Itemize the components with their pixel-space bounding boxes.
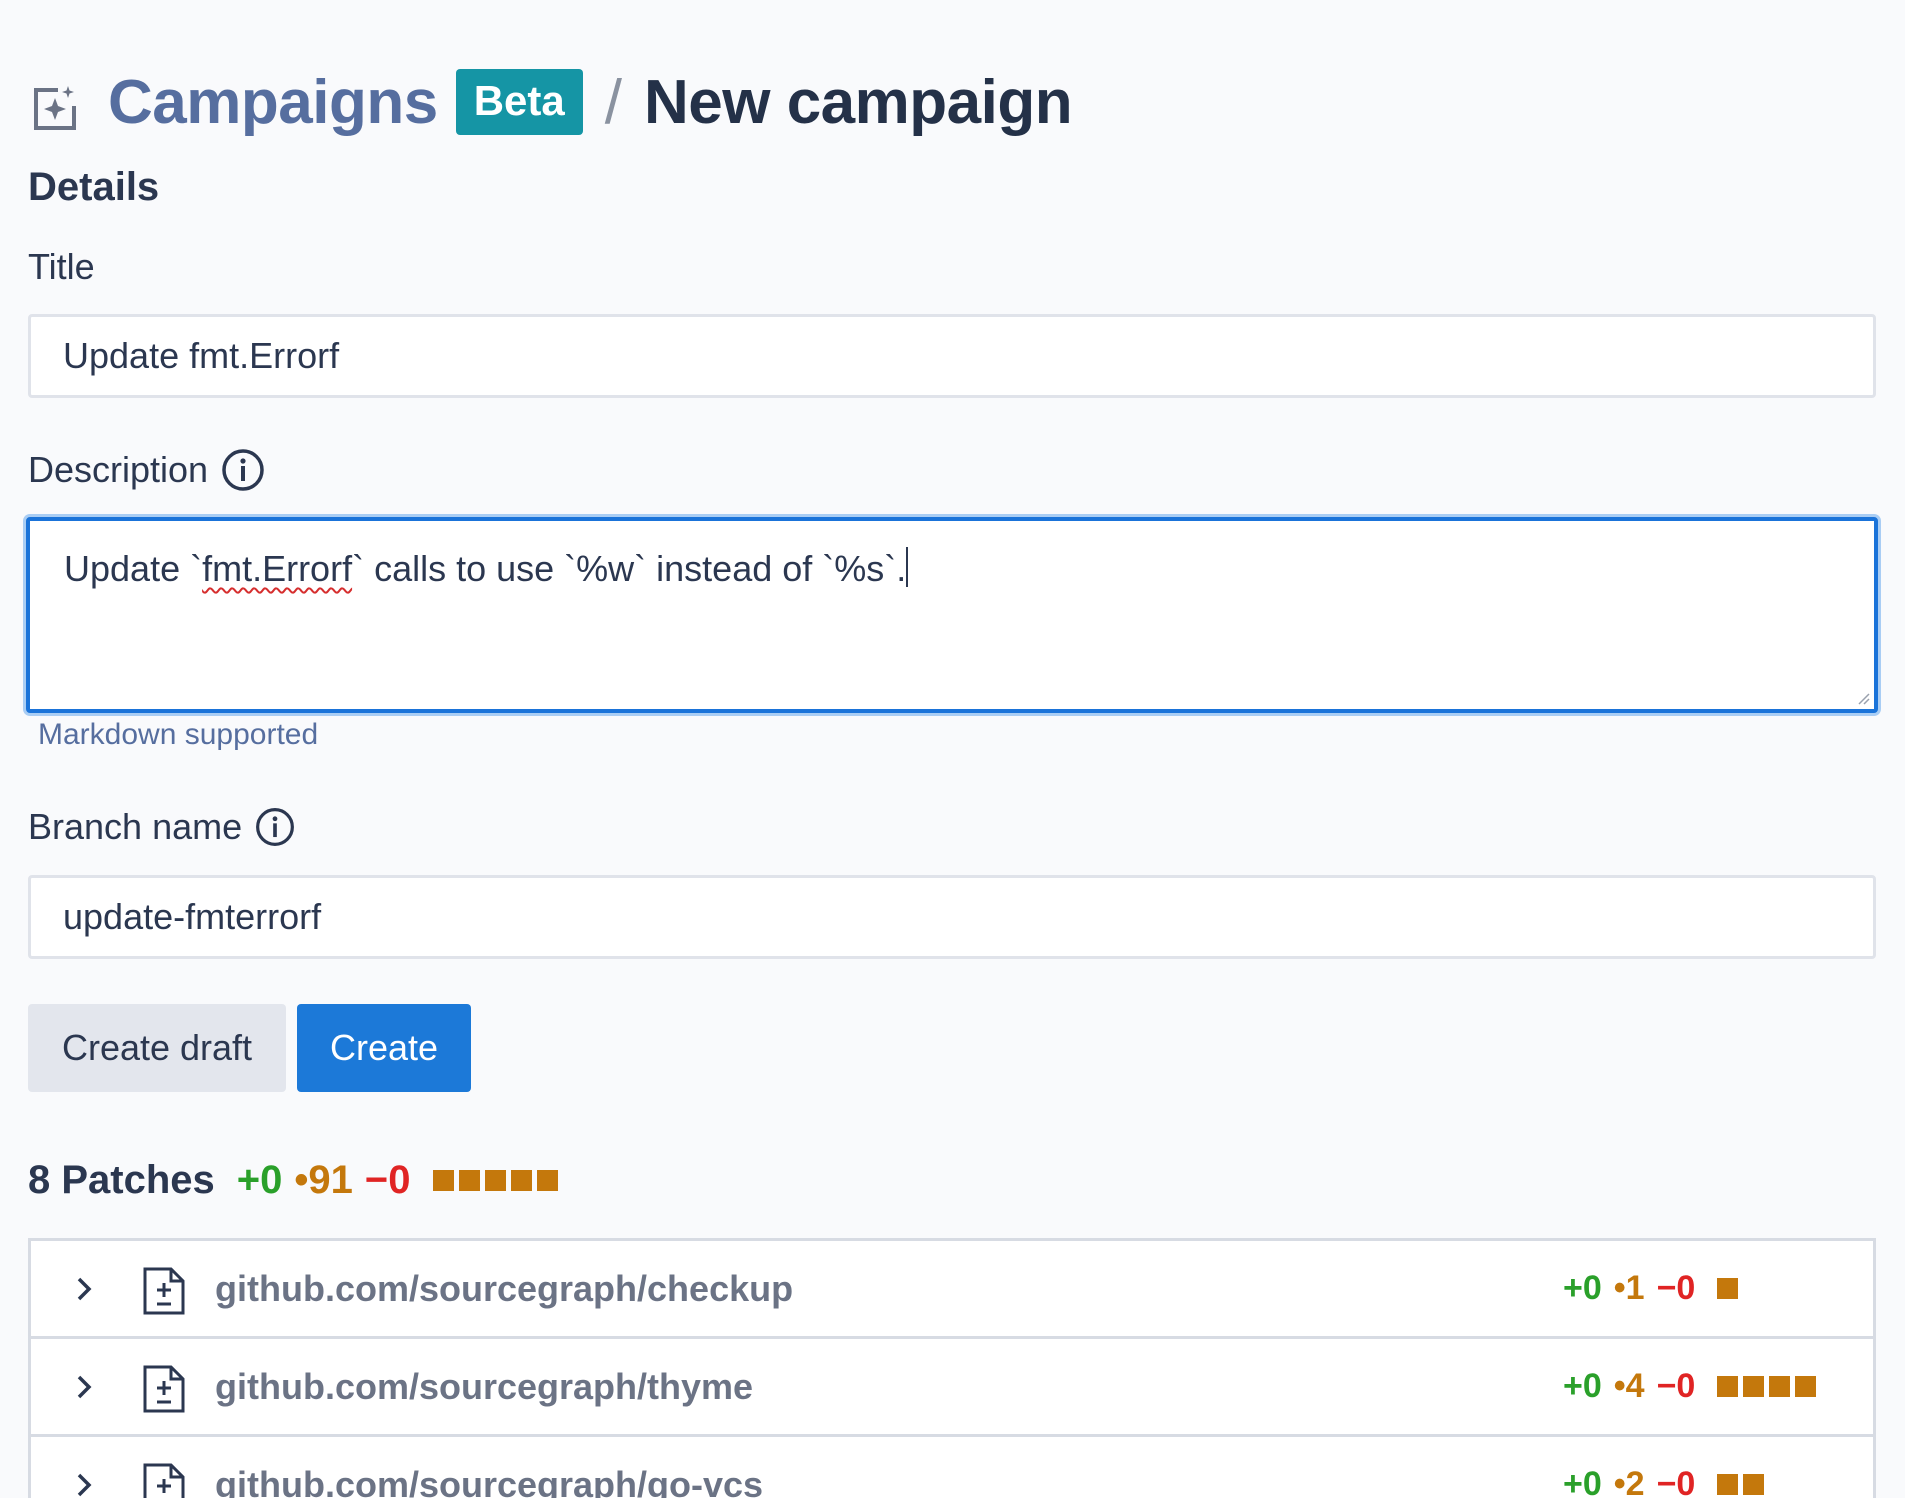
text-caret: [906, 547, 908, 587]
create-draft-button[interactable]: Create draft: [28, 1004, 286, 1092]
lines-added: +0: [1563, 1465, 1602, 1498]
create-button[interactable]: Create: [297, 1004, 471, 1092]
patch-diffstat: +0 •2 −0: [1563, 1465, 1764, 1498]
diffstat-block: [485, 1170, 506, 1191]
patches-count: 8 Patches: [28, 1158, 215, 1203]
branch-name-label: Branch name: [28, 806, 296, 848]
description-label: Description: [28, 447, 266, 493]
branch-name-label-text: Branch name: [28, 806, 242, 848]
description-text-end: ` calls to use `%w` instead of `%s`.: [352, 548, 906, 589]
title-input[interactable]: Update fmt.Errorf: [28, 314, 1876, 398]
diffstat-blocks: [1717, 1376, 1816, 1397]
resize-handle-icon[interactable]: [1856, 691, 1870, 705]
campaign-icon: [28, 82, 82, 136]
markdown-hint: Markdown supported: [38, 718, 318, 752]
lines-changed: •1: [1614, 1269, 1645, 1308]
details-heading: Details: [28, 165, 159, 210]
diffstat-blocks: [433, 1170, 558, 1191]
title-input-value: Update fmt.Errorf: [63, 335, 339, 377]
diffstat-block: [459, 1170, 480, 1191]
branch-name-value: update-fmterrorf: [63, 896, 321, 938]
diffstat-block: [433, 1170, 454, 1191]
description-label-text: Description: [28, 449, 208, 491]
file-diff-icon: [141, 1457, 189, 1498]
patch-repo-name[interactable]: github.com/sourcegraph/checkup: [215, 1268, 793, 1310]
diffstat-block: [1743, 1376, 1764, 1397]
chevron-right-icon[interactable]: [69, 1274, 99, 1304]
diffstat-block: [537, 1170, 558, 1191]
branch-name-input[interactable]: update-fmterrorf: [28, 875, 1876, 959]
diffstat-block: [511, 1170, 532, 1191]
chevron-right-icon[interactable]: [69, 1372, 99, 1402]
lines-added: +0: [237, 1158, 283, 1203]
lines-changed: •91: [294, 1158, 353, 1203]
lines-deleted: −0: [1657, 1367, 1696, 1406]
patch-row[interactable]: github.com/sourcegraph/checkup +0 •1 −0: [31, 1241, 1873, 1339]
patches-list: github.com/sourcegraph/checkup +0 •1 −0 …: [28, 1238, 1876, 1498]
beta-badge: Beta: [456, 69, 583, 135]
diffstat-block: [1769, 1376, 1790, 1397]
patch-row[interactable]: github.com/sourcegraph/thyme +0 •4 −0: [31, 1339, 1873, 1437]
diffstat-block: [1717, 1376, 1738, 1397]
lines-deleted: −0: [1657, 1269, 1696, 1308]
lines-deleted: −0: [365, 1158, 411, 1203]
title-label: Title: [28, 246, 95, 288]
patch-diffstat: +0 •1 −0: [1563, 1269, 1738, 1308]
file-diff-icon: [141, 1359, 189, 1415]
patch-repo-name[interactable]: github.com/sourcegraph/go-vcs: [215, 1464, 763, 1498]
diffstat-blocks: [1717, 1278, 1738, 1299]
lines-changed: •4: [1614, 1367, 1645, 1406]
breadcrumb-separator: /: [605, 67, 622, 138]
page-header: Campaigns Beta / New campaign: [28, 62, 1072, 142]
patch-diffstat: +0 •4 −0: [1563, 1367, 1816, 1406]
description-textarea[interactable]: Update `fmt.Errorf` calls to use `%w` in…: [26, 517, 1878, 713]
lines-deleted: −0: [1657, 1465, 1696, 1498]
diffstat-block: [1743, 1474, 1764, 1495]
patch-repo-name[interactable]: github.com/sourcegraph/thyme: [215, 1366, 753, 1408]
diffstat-block: [1795, 1376, 1816, 1397]
file-diff-icon: [141, 1261, 189, 1317]
chevron-right-icon[interactable]: [69, 1470, 99, 1498]
info-icon[interactable]: [220, 447, 266, 493]
lines-changed: •2: [1614, 1465, 1645, 1498]
breadcrumb-campaigns-link[interactable]: Campaigns: [108, 67, 438, 138]
diffstat-blocks: [1717, 1474, 1764, 1495]
patch-row[interactable]: github.com/sourcegraph/go-vcs +0 •2 −0: [31, 1437, 1873, 1498]
patches-summary: 8 Patches +0 •91 −0: [28, 1158, 558, 1203]
lines-added: +0: [1563, 1367, 1602, 1406]
lines-added: +0: [1563, 1269, 1602, 1308]
spellcheck-flagged-word: fmt.Errorf: [202, 548, 352, 589]
description-text-start: Update `: [64, 548, 202, 589]
diffstat-block: [1717, 1474, 1738, 1495]
diffstat-block: [1717, 1278, 1738, 1299]
page-title: New campaign: [644, 67, 1072, 138]
title-label-text: Title: [28, 246, 95, 288]
info-icon[interactable]: [254, 806, 296, 848]
